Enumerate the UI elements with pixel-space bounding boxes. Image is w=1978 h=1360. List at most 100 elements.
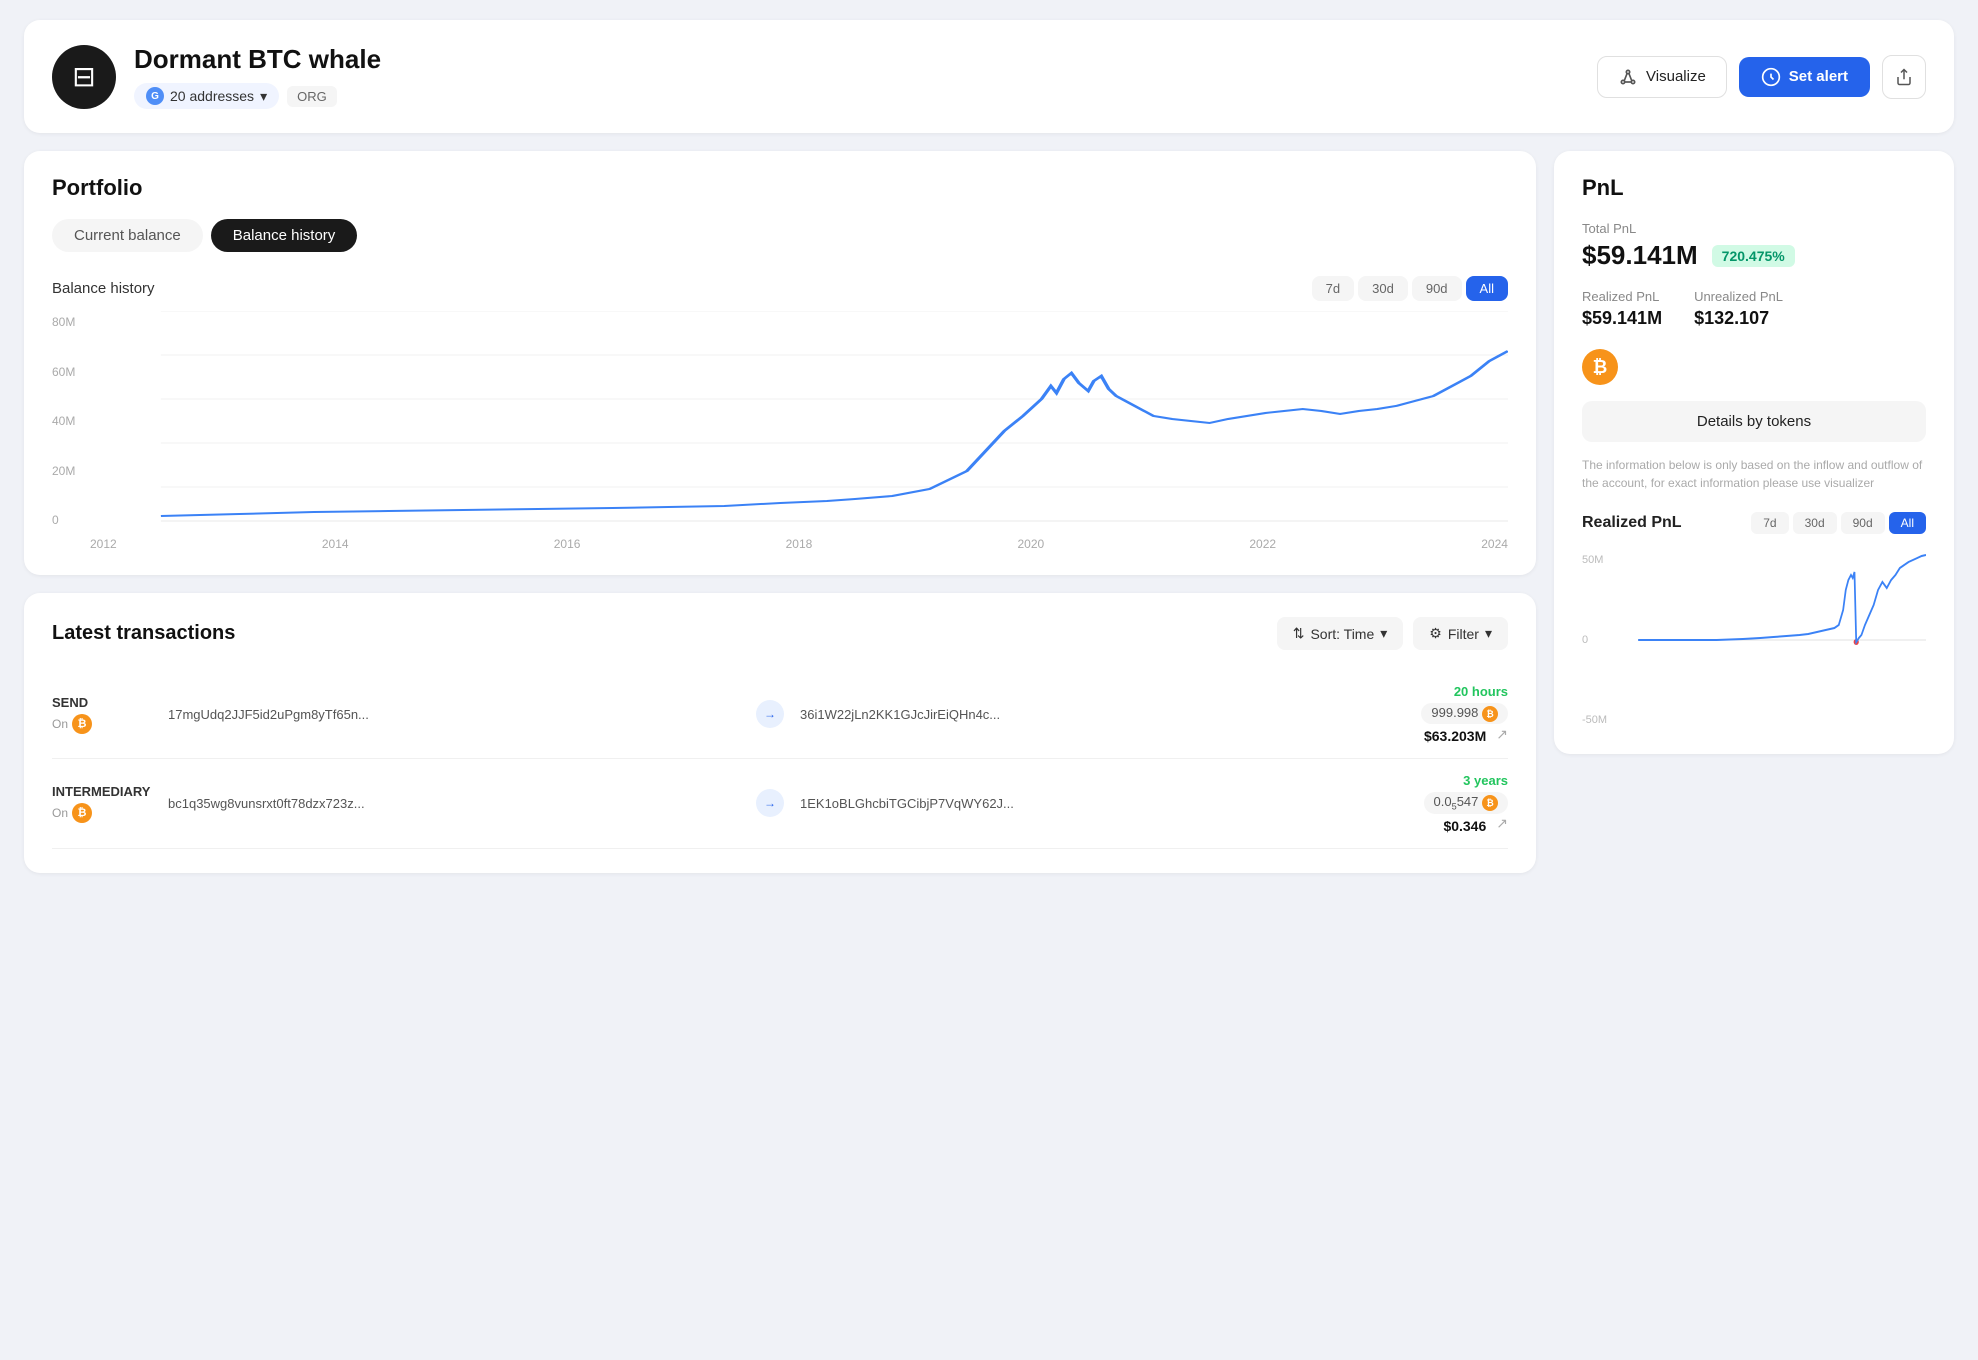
- y-label-60m: 60M: [52, 365, 75, 379]
- pnl-unrealized-col: Unrealized PnL $132.107: [1694, 289, 1783, 329]
- balance-chart: 80M 60M 40M 20M 0: [52, 311, 1508, 531]
- filter-button[interactable]: ⚙ Filter ▾: [1413, 617, 1508, 650]
- org-badge: ORG: [287, 86, 337, 107]
- main-grid: Portfolio Current balance Balance histor…: [24, 151, 1954, 873]
- transactions-title: Latest transactions: [52, 622, 235, 645]
- set-alert-button[interactable]: Set alert: [1739, 57, 1870, 97]
- tab-current-balance[interactable]: Current balance: [52, 219, 203, 252]
- sort-chevron-icon: ▾: [1380, 625, 1387, 642]
- details-by-tokens-button[interactable]: Details by tokens: [1582, 401, 1926, 442]
- period-30d[interactable]: 30d: [1358, 276, 1408, 301]
- pnl-note: The information below is only based on t…: [1582, 456, 1926, 492]
- action-buttons: ⇅ Sort: Time ▾ ⚙ Filter ▾: [1277, 617, 1508, 650]
- address-chip[interactable]: G 20 addresses ▾: [134, 83, 279, 109]
- x-label-2014: 2014: [322, 537, 349, 551]
- pnl-chart-svg: [1582, 550, 1926, 730]
- y-label-80m: 80M: [52, 315, 75, 329]
- tx-external-link-icon[interactable]: ↗: [1496, 815, 1508, 832]
- pnl-unrealized-label: Unrealized PnL: [1694, 289, 1783, 304]
- tx-from-col: bc1q35wg8vunsrxt0ft78dzx723z...: [168, 796, 740, 811]
- pnl-y-0: 0: [1582, 634, 1607, 646]
- avatar: ⊟: [52, 45, 116, 109]
- tx-token-amount: 0.05547 ₿: [1424, 792, 1508, 814]
- pnl-total-row: $59.141M 720.475%: [1582, 240, 1926, 271]
- x-label-2022: 2022: [1249, 537, 1276, 551]
- chart-title: Balance history: [52, 280, 155, 297]
- balance-chart-svg: [52, 311, 1508, 531]
- period-buttons: 7d 30d 90d All: [1312, 276, 1508, 301]
- address-icon: G: [146, 87, 164, 105]
- realized-pnl-label: Realized PnL: [1582, 514, 1682, 532]
- pnl-realized-value: $59.141M: [1582, 308, 1662, 329]
- pnl-total-value: $59.141M: [1582, 240, 1698, 271]
- tx-right-col: 3 years 0.05547 ₿ $0.346 ↗: [1388, 773, 1508, 834]
- rpb-90d[interactable]: 90d: [1841, 512, 1885, 534]
- period-7d[interactable]: 7d: [1312, 276, 1354, 301]
- tx-type-col: SEND On ₿: [52, 695, 152, 734]
- tx-from-addr: 17mgUdq2JJF5id2uPgm8yTf65n...: [168, 707, 740, 722]
- rpb-all[interactable]: All: [1889, 512, 1926, 534]
- pnl-unrealized-value: $132.107: [1694, 308, 1783, 329]
- arrow-icon: →: [764, 796, 776, 810]
- right-panel: PnL Total PnL $59.141M 720.475% Realized…: [1554, 151, 1954, 873]
- pnl-card: PnL Total PnL $59.141M 720.475% Realized…: [1554, 151, 1954, 754]
- rpb-7d[interactable]: 7d: [1751, 512, 1788, 534]
- tab-balance-history[interactable]: Balance history: [211, 219, 358, 252]
- x-labels: 2012 2014 2016 2018 2020 2022 2024: [52, 531, 1508, 551]
- tx-chain: On ₿: [52, 803, 152, 823]
- sort-label: Sort: Time: [1310, 626, 1374, 642]
- chevron-down-icon: ▾: [260, 88, 267, 105]
- share-button[interactable]: [1882, 55, 1926, 99]
- tx-direction-icon: →: [756, 700, 784, 728]
- pnl-y-neg50m: -50M: [1582, 714, 1607, 726]
- sort-icon: ⇅: [1293, 625, 1305, 642]
- pnl-realized-col: Realized PnL $59.141M: [1582, 289, 1662, 329]
- btc-logo: ₿: [1582, 349, 1618, 385]
- tx-right-col: 20 hours 999.998 ₿ $63.203M ↗: [1388, 684, 1508, 744]
- share-icon: [1895, 68, 1913, 86]
- btc-chain-icon: ₿: [72, 714, 92, 734]
- tx-to-col: 36i1W22jLn2KK1GJcJirEiQHn4c...: [800, 707, 1372, 722]
- tx-type: SEND: [52, 695, 152, 710]
- tx-external-link-icon[interactable]: ↗: [1496, 726, 1508, 743]
- tx-to-col: 1EK1oBLGhcbiTGCibjP7VqWY62J...: [800, 796, 1372, 811]
- x-label-2020: 2020: [1018, 537, 1045, 551]
- tab-row: Current balance Balance history: [52, 219, 1508, 252]
- rpb-30d[interactable]: 30d: [1793, 512, 1837, 534]
- tx-usd-amount: $63.203M: [1424, 728, 1486, 744]
- tx-time: 3 years: [1388, 773, 1508, 788]
- portfolio-title: Portfolio: [52, 175, 1508, 201]
- btc-chain-icon: ₿: [72, 803, 92, 823]
- period-all[interactable]: All: [1466, 276, 1508, 301]
- org-title: Dormant BTC whale: [134, 44, 381, 75]
- header-left: ⊟ Dormant BTC whale G 20 addresses ▾ ORG: [52, 44, 381, 109]
- btc-symbol: ₿: [1593, 357, 1608, 378]
- tx-to-addr: 36i1W22jLn2KK1GJcJirEiQHn4c...: [800, 707, 1372, 722]
- pnl-y-50m: 50M: [1582, 554, 1607, 566]
- filter-chevron-icon: ▾: [1485, 625, 1492, 642]
- sort-button[interactable]: ⇅ Sort: Time ▾: [1277, 617, 1404, 650]
- address-count: 20 addresses: [170, 88, 254, 104]
- filter-label: Filter: [1448, 626, 1479, 642]
- transactions-header: Latest transactions ⇅ Sort: Time ▾ ⚙ Fil…: [52, 617, 1508, 650]
- y-label-0: 0: [52, 513, 75, 527]
- visualize-icon: [1618, 67, 1638, 87]
- period-90d[interactable]: 90d: [1412, 276, 1462, 301]
- pnl-chart: 50M 0 -50M: [1582, 550, 1926, 730]
- tx-direction-icon: →: [756, 789, 784, 817]
- realized-pnl-header: Realized PnL 7d 30d 90d All: [1582, 512, 1926, 534]
- x-label-2018: 2018: [786, 537, 813, 551]
- visualize-label: Visualize: [1646, 68, 1706, 85]
- header-info: Dormant BTC whale G 20 addresses ▾ ORG: [134, 44, 381, 109]
- tx-usd-amount: $0.346: [1443, 818, 1486, 834]
- set-alert-label: Set alert: [1789, 68, 1848, 85]
- pnl-total-label: Total PnL: [1582, 221, 1926, 236]
- visualize-button[interactable]: Visualize: [1597, 56, 1727, 98]
- header-card: ⊟ Dormant BTC whale G 20 addresses ▾ ORG: [24, 20, 1954, 133]
- x-label-2016: 2016: [554, 537, 581, 551]
- pnl-realized-label: Realized PnL: [1582, 289, 1662, 304]
- alert-icon: [1761, 67, 1781, 87]
- tx-token-amount: 999.998 ₿: [1421, 703, 1508, 724]
- transactions-card: Latest transactions ⇅ Sort: Time ▾ ⚙ Fil…: [24, 593, 1536, 873]
- portfolio-card: Portfolio Current balance Balance histor…: [24, 151, 1536, 575]
